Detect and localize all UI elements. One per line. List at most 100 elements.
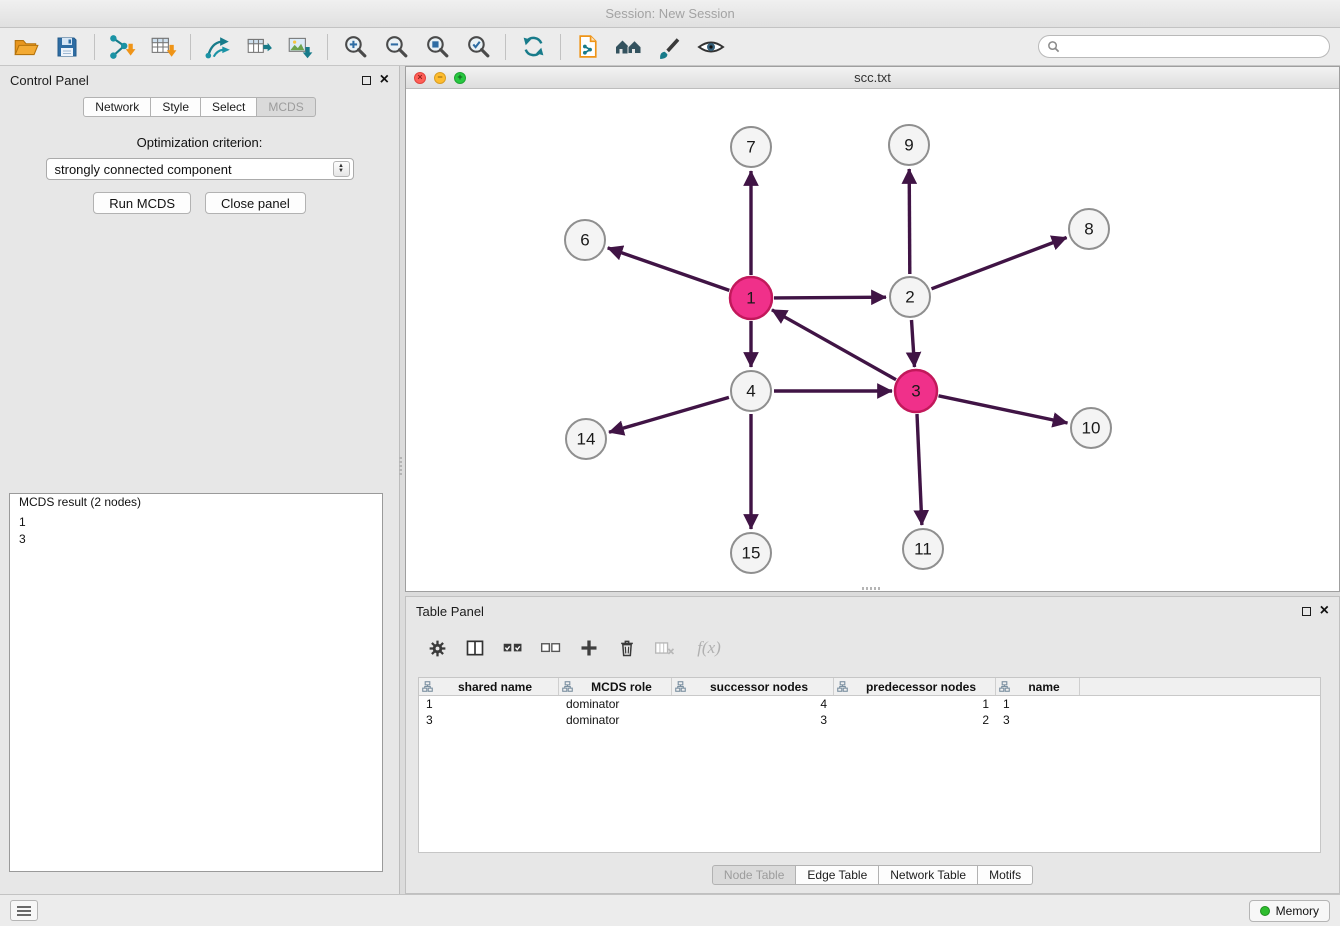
vertical-splitter-handle[interactable] (399, 457, 402, 477)
deselect-all-button[interactable] (540, 639, 562, 657)
column-label: shared name (435, 680, 555, 694)
network-graph[interactable]: 7 9 6 8 1 2 4 3 14 10 15 11 (406, 89, 1339, 591)
memory-button[interactable]: Memory (1249, 900, 1330, 922)
optimization-dropdown[interactable]: strongly connected component ▲▼ (46, 158, 354, 180)
minimize-window-icon[interactable]: − (434, 72, 446, 84)
close-window-icon[interactable]: × (414, 72, 426, 84)
delete-column-button[interactable] (654, 639, 676, 657)
run-mcds-button[interactable]: Run MCDS (93, 192, 191, 214)
edge-4-14[interactable] (609, 397, 729, 432)
tab-style[interactable]: Style (151, 97, 201, 117)
tab-select[interactable]: Select (201, 97, 257, 117)
zoom-in-button[interactable] (337, 31, 373, 63)
graph-node-6[interactable]: 6 (565, 220, 605, 260)
maximize-window-icon[interactable]: + (454, 72, 466, 84)
edge-3-11[interactable] (917, 414, 922, 525)
tab-network[interactable]: Network (83, 97, 151, 117)
graph-node-10[interactable]: 10 (1071, 408, 1111, 448)
paste-network-button[interactable] (570, 31, 606, 63)
home-button[interactable] (611, 31, 647, 63)
graph-node-2[interactable]: 2 (890, 277, 930, 317)
cell-predecessor-nodes[interactable]: 2 (834, 713, 996, 727)
refresh-button[interactable] (515, 31, 551, 63)
graph-node-8[interactable]: 8 (1069, 209, 1109, 249)
table-settings-button[interactable] (426, 638, 448, 659)
graph-node-15[interactable]: 15 (731, 533, 771, 573)
import-table-button[interactable] (145, 31, 181, 63)
edge-2-8[interactable] (932, 238, 1067, 289)
graph-node-14[interactable]: 14 (566, 419, 606, 459)
zoom-fit-button[interactable] (419, 31, 455, 63)
tab-motifs[interactable]: Motifs (978, 865, 1033, 885)
column-header-mcds-role[interactable]: MCDS role (559, 678, 672, 695)
cell-successor-nodes[interactable]: 3 (672, 713, 834, 727)
cell-name[interactable]: 3 (996, 713, 1080, 727)
home-icon (614, 34, 644, 60)
column-header-name[interactable]: name (996, 678, 1080, 695)
float-panel-icon[interactable] (1302, 607, 1311, 616)
export-image-button[interactable] (282, 31, 318, 63)
column-header-successor-nodes[interactable]: successor nodes (672, 678, 834, 695)
edge-1-2[interactable] (774, 297, 886, 298)
dropdown-stepper-icon[interactable]: ▲▼ (333, 161, 350, 177)
export-table-button[interactable] (241, 31, 277, 63)
table-row[interactable]: 3dominator323 (419, 712, 1320, 728)
zoom-out-button[interactable] (378, 31, 414, 63)
edge-2-9[interactable] (909, 169, 910, 274)
close-panel-icon[interactable]: × (1320, 604, 1329, 618)
app-titlebar: Session: New Session (0, 0, 1340, 28)
style-button[interactable] (652, 31, 688, 63)
close-panel-button[interactable]: Close panel (205, 192, 306, 214)
export-network-button[interactable] (200, 31, 236, 63)
graph-node-9[interactable]: 9 (889, 125, 929, 165)
save-session-button[interactable] (49, 31, 85, 63)
open-session-button[interactable] (8, 31, 44, 63)
function-builder-button[interactable]: f(x) (692, 638, 726, 658)
graph-node-3[interactable]: 3 (895, 370, 937, 412)
show-panels-button[interactable] (10, 900, 38, 921)
cell-shared-name[interactable]: 3 (419, 713, 559, 727)
graph-node-11[interactable]: 11 (903, 529, 943, 569)
select-all-button[interactable] (502, 639, 524, 657)
horizontal-splitter-handle[interactable] (862, 587, 882, 590)
table-row[interactable]: 1dominator411 (419, 696, 1320, 712)
search-input[interactable] (1065, 38, 1329, 56)
column-header-shared-name[interactable]: shared name (419, 678, 559, 695)
edge-3-10[interactable] (939, 396, 1068, 423)
tab-network-table[interactable]: Network Table (879, 865, 978, 885)
mcds-result-lines[interactable]: 1 3 (10, 514, 382, 548)
edge-1-6[interactable] (608, 248, 730, 291)
graph-node-1[interactable]: 1 (730, 277, 772, 319)
column-header-predecessor-nodes[interactable]: predecessor nodes (834, 678, 996, 695)
cell-shared-name[interactable]: 1 (419, 697, 559, 711)
search-box[interactable] (1038, 35, 1330, 58)
graph-node-7[interactable]: 7 (731, 127, 771, 167)
cell-mcds-role[interactable]: dominator (559, 697, 672, 711)
tab-node-table[interactable]: Node Table (712, 865, 797, 885)
cell-mcds-role[interactable]: dominator (559, 713, 672, 727)
tab-mcds[interactable]: MCDS (257, 97, 315, 117)
node-label: 14 (577, 430, 596, 449)
tab-edge-table[interactable]: Edge Table (796, 865, 879, 885)
close-panel-icon[interactable]: × (380, 73, 389, 87)
import-network-button[interactable] (104, 31, 140, 63)
network-canvas[interactable]: 7 9 6 8 1 2 4 3 14 10 15 11 (406, 89, 1339, 591)
node-label: 7 (746, 138, 755, 157)
show-hide-button[interactable] (693, 31, 729, 63)
network-window-title: scc.txt (406, 70, 1339, 85)
cell-name[interactable]: 1 (996, 697, 1080, 711)
float-panel-icon[interactable] (362, 76, 371, 85)
cell-successor-nodes[interactable]: 4 (672, 697, 834, 711)
cell-predecessor-nodes[interactable]: 1 (834, 697, 996, 711)
graph-node-4[interactable]: 4 (731, 371, 771, 411)
edge-3-1[interactable] (772, 310, 896, 380)
add-column-button[interactable] (578, 638, 600, 658)
node-label: 9 (904, 136, 913, 155)
network-window-titlebar[interactable]: × − + scc.txt (406, 67, 1339, 89)
import-network-icon (108, 33, 136, 61)
delete-button[interactable] (616, 638, 638, 658)
edge-2-3[interactable] (912, 320, 915, 367)
show-columns-button[interactable] (464, 638, 486, 658)
column-label: MCDS role (575, 680, 668, 694)
zoom-selected-button[interactable] (460, 31, 496, 63)
